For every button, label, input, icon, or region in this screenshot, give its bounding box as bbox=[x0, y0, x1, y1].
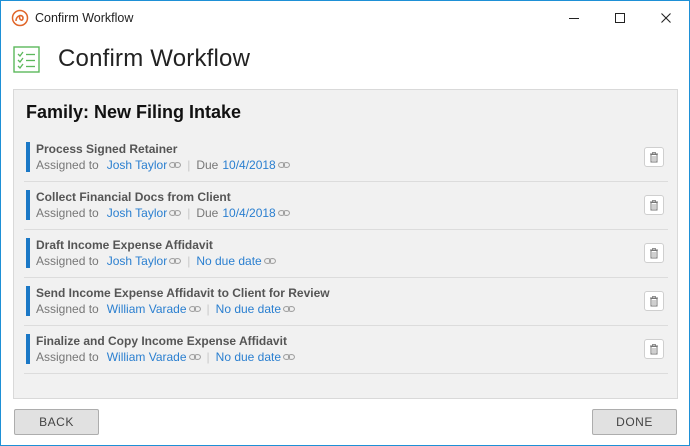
assignee-link[interactable]: Josh Taylor bbox=[107, 254, 167, 268]
task-name: Finalize and Copy Income Expense Affidav… bbox=[36, 334, 287, 348]
back-button[interactable]: BACK bbox=[14, 409, 99, 435]
assigned-label: Assigned to bbox=[36, 158, 99, 172]
confirm-workflow-window: Confirm Workflow Confirm Workflow Family… bbox=[0, 0, 690, 446]
page-header: Confirm Workflow bbox=[13, 45, 250, 73]
assignee-link[interactable]: William Varade bbox=[107, 302, 187, 316]
task-list: Process Signed Retainer Assigned to Josh… bbox=[24, 134, 668, 374]
separator: | bbox=[206, 350, 210, 364]
due-date-link[interactable]: No due date bbox=[216, 350, 281, 364]
task-accent-bar bbox=[26, 334, 30, 364]
due-label: Due bbox=[196, 158, 219, 172]
separator: | bbox=[206, 302, 210, 316]
link-icon[interactable] bbox=[263, 257, 276, 265]
delete-task-button[interactable] bbox=[644, 291, 664, 311]
workflow-name: Family: New Filing Intake bbox=[26, 102, 242, 122]
link-icon[interactable] bbox=[188, 353, 201, 361]
page-title: Confirm Workflow bbox=[58, 45, 251, 72]
title-bar[interactable]: Confirm Workflow bbox=[1, 1, 689, 35]
separator: | bbox=[187, 254, 191, 268]
checklist-icon bbox=[13, 45, 40, 73]
link-icon[interactable] bbox=[283, 305, 295, 313]
assigned-label: Assigned to bbox=[36, 254, 99, 268]
minimize-button[interactable] bbox=[551, 1, 597, 35]
due-date-link[interactable]: 10/4/2018 bbox=[222, 158, 275, 172]
task-meta: Assigned to Josh Taylor | Due 10/4/2018 bbox=[36, 158, 290, 172]
task-row: Collect Financial Docs from Client Assig… bbox=[24, 182, 668, 230]
app-logo-icon bbox=[11, 9, 29, 27]
due-date-link[interactable]: 10/4/2018 bbox=[222, 206, 275, 220]
link-icon[interactable] bbox=[283, 353, 295, 361]
workflow-panel: Family: New Filing Intake Process Signed… bbox=[13, 89, 678, 399]
due-date-link[interactable]: No due date bbox=[216, 302, 281, 316]
trash-icon bbox=[650, 199, 658, 210]
delete-task-button[interactable] bbox=[644, 243, 664, 263]
done-button[interactable]: DONE bbox=[592, 409, 677, 435]
delete-task-button[interactable] bbox=[644, 339, 664, 359]
task-accent-bar bbox=[26, 238, 30, 268]
maximize-icon bbox=[615, 13, 625, 23]
task-accent-bar bbox=[26, 190, 30, 220]
delete-task-button[interactable] bbox=[644, 195, 664, 215]
window-controls bbox=[551, 1, 689, 35]
assignee-link[interactable]: William Varade bbox=[107, 350, 187, 364]
separator: | bbox=[187, 206, 191, 220]
separator: | bbox=[187, 158, 191, 172]
task-meta: Assigned to Josh Taylor | Due 10/4/2018 bbox=[36, 206, 290, 220]
task-name: Send Income Expense Affidavit to Client … bbox=[36, 286, 330, 300]
due-label: Due bbox=[196, 206, 219, 220]
close-button[interactable] bbox=[643, 1, 689, 35]
link-icon[interactable] bbox=[169, 161, 182, 169]
assigned-label: Assigned to bbox=[36, 302, 99, 316]
assigned-label: Assigned to bbox=[36, 350, 99, 364]
task-row: Finalize and Copy Income Expense Affidav… bbox=[24, 326, 668, 374]
link-icon[interactable] bbox=[277, 209, 290, 217]
assignee-link[interactable]: Josh Taylor bbox=[107, 206, 167, 220]
task-row: Draft Income Expense Affidavit Assigned … bbox=[24, 230, 668, 278]
task-meta: Assigned to William Varade | No due date bbox=[36, 350, 295, 364]
task-meta: Assigned to Josh Taylor | No due date bbox=[36, 254, 276, 268]
maximize-button[interactable] bbox=[597, 1, 643, 35]
link-icon[interactable] bbox=[169, 257, 182, 265]
task-accent-bar bbox=[26, 286, 30, 316]
trash-icon bbox=[650, 295, 658, 306]
task-meta: Assigned to William Varade | No due date bbox=[36, 302, 295, 316]
link-icon[interactable] bbox=[277, 161, 290, 169]
trash-icon bbox=[650, 247, 658, 258]
assignee-link[interactable]: Josh Taylor bbox=[107, 158, 167, 172]
task-row: Process Signed Retainer Assigned to Josh… bbox=[24, 134, 668, 182]
task-row: Send Income Expense Affidavit to Client … bbox=[24, 278, 668, 326]
task-accent-bar bbox=[26, 142, 30, 172]
task-name: Draft Income Expense Affidavit bbox=[36, 238, 213, 252]
assigned-label: Assigned to bbox=[36, 206, 99, 220]
trash-icon bbox=[650, 343, 658, 354]
link-icon[interactable] bbox=[169, 209, 182, 217]
task-name: Process Signed Retainer bbox=[36, 142, 178, 156]
trash-icon bbox=[650, 151, 658, 162]
window-title: Confirm Workflow bbox=[35, 11, 134, 25]
close-icon bbox=[661, 13, 671, 23]
delete-task-button[interactable] bbox=[644, 147, 664, 167]
link-icon[interactable] bbox=[188, 305, 201, 313]
minimize-icon bbox=[569, 18, 579, 19]
task-name: Collect Financial Docs from Client bbox=[36, 190, 231, 204]
due-date-link[interactable]: No due date bbox=[196, 254, 261, 268]
